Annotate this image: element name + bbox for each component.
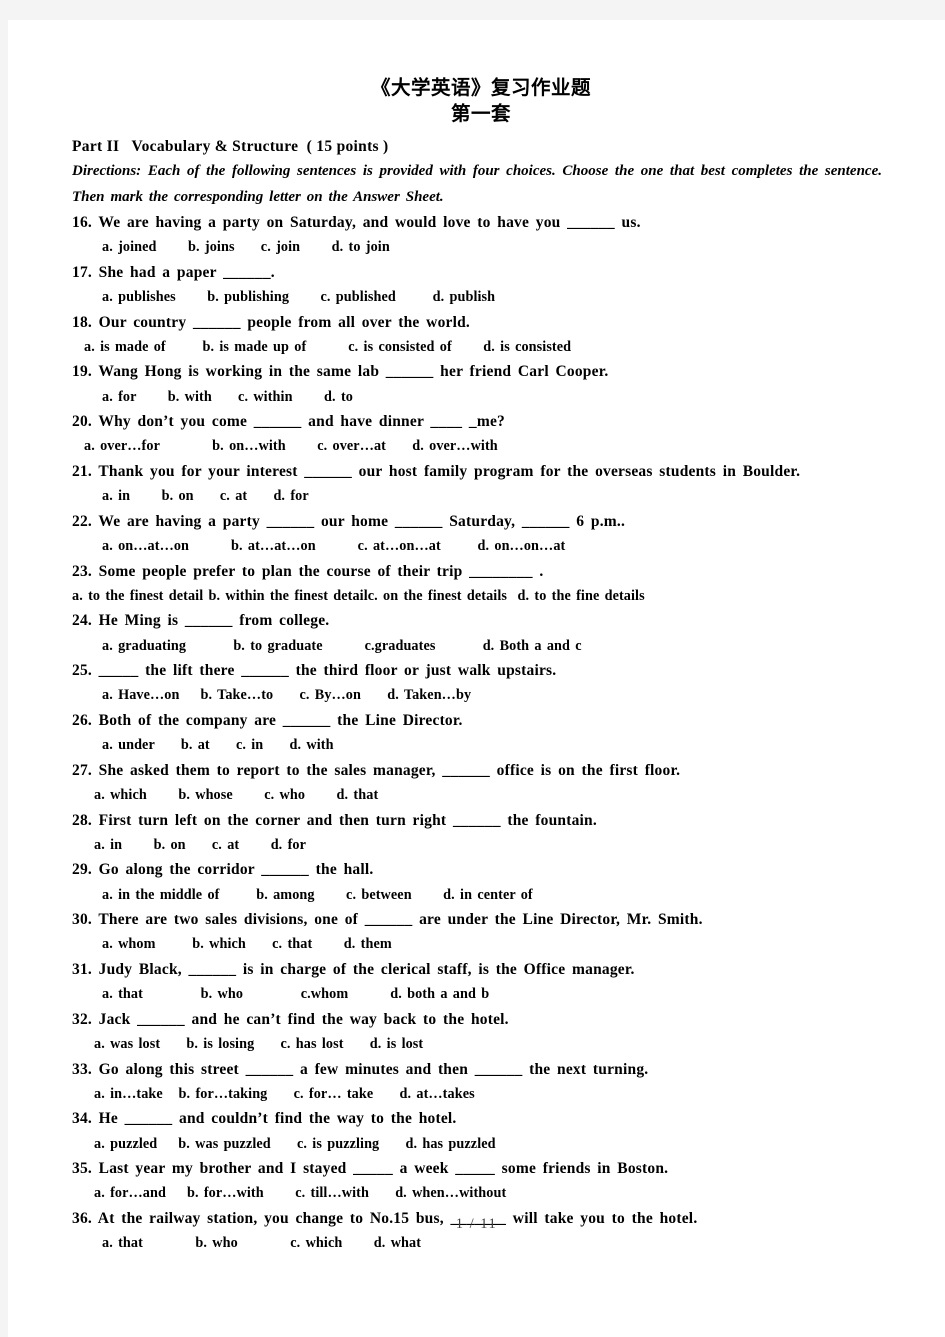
question-stem: 23. Some people prefer to plan the cours…: [72, 562, 544, 580]
question-options[interactable]: a. that b. who c.whom d. both a and b: [72, 982, 882, 1007]
question-options[interactable]: a. that b. who c. which d. what: [72, 1231, 882, 1256]
question-stem: 28. First turn left on the corner and th…: [72, 811, 597, 829]
question-stem: 31. Judy Black, ______ is in charge of t…: [72, 960, 635, 978]
question-item: 19. Wang Hong is working in the same lab…: [72, 359, 882, 409]
question-stem: 17. She had a paper ______.: [72, 263, 275, 281]
question-item: 21. Thank you for your interest ______ o…: [72, 459, 882, 509]
question-stem: 18. Our country ______ people from all o…: [72, 313, 470, 331]
question-item: 18. Our country ______ people from all o…: [72, 310, 882, 360]
question-options[interactable]: a. graduating b. to graduate c.graduates…: [72, 634, 882, 659]
question-options[interactable]: a. was lost b. is losing c. has lost d. …: [72, 1032, 882, 1057]
question-options[interactable]: a. in the middle of b. among c. between …: [72, 883, 882, 908]
question-stem: 26. Both of the company are ______ the L…: [72, 711, 463, 729]
question-item: 17. She had a paper ______. a. publishes …: [72, 260, 882, 310]
question-options[interactable]: a. for…and b. for…with c. till…with d. w…: [72, 1181, 882, 1206]
question-options[interactable]: a. to the finest detail b. within the fi…: [72, 584, 882, 609]
question-item: 32. Jack ______ and he can’t find the wa…: [72, 1007, 882, 1057]
question-stem: 35. Last year my brother and I stayed __…: [72, 1160, 669, 1178]
question-item: 30. There are two sales divisions, one o…: [72, 907, 882, 957]
question-stem: 32. Jack ______ and he can’t find the wa…: [72, 1010, 509, 1028]
question-options[interactable]: a. in b. on c. at d. for: [72, 484, 882, 509]
question-stem: 34. He ______ and couldn’t find the way …: [72, 1110, 457, 1128]
question-item: 28. First turn left on the corner and th…: [72, 808, 882, 858]
question-item: 35. Last year my brother and I stayed __…: [72, 1156, 882, 1206]
document-page: 《大学英语》复习作业题 第一套 Part II Vocabulary & Str…: [8, 20, 945, 1337]
question-stem: 30. There are two sales divisions, one o…: [72, 911, 703, 929]
question-stem: 33. Go along this street ______ a few mi…: [72, 1060, 649, 1078]
question-stem: 19. Wang Hong is working in the same lab…: [72, 363, 609, 381]
question-stem: 21. Thank you for your interest ______ o…: [72, 462, 801, 480]
question-options[interactable]: a. joined b. joins c. join d. to join: [72, 235, 882, 260]
question-options[interactable]: a. Have…on b. Take…to c. By…on d. Taken……: [72, 683, 882, 708]
question-options[interactable]: a. in…take b. for…taking c. for… take d.…: [72, 1082, 882, 1107]
question-item: 22. We are having a party ______ our hom…: [72, 509, 882, 559]
question-stem: 29. Go along the corridor ______ the hal…: [72, 861, 374, 879]
question-stem: 16. We are having a party on Saturday, a…: [72, 214, 641, 231]
questions-list: 16. We are having a party on Saturday, a…: [72, 210, 882, 1256]
question-options[interactable]: a. in b. on c. at d. for: [72, 833, 882, 858]
question-options[interactable]: a. whom b. which c. that d. them: [72, 932, 882, 957]
question-options[interactable]: a. which b. whose c. who d. that: [72, 783, 882, 808]
title-block: 《大学英语》复习作业题 第一套: [72, 75, 882, 128]
question-options[interactable]: a. under b. at c. in d. with: [72, 733, 882, 758]
question-stem: 27. She asked them to report to the sale…: [72, 761, 681, 779]
question-item: 31. Judy Black, ______ is in charge of t…: [72, 957, 882, 1007]
question-stem: 22. We are having a party ______ our hom…: [72, 512, 626, 530]
question-item: 25. _____ the lift there ______ the thir…: [72, 658, 882, 708]
question-item: 16. We are having a party on Saturday, a…: [72, 210, 882, 260]
page-footer: 1 / 11: [455, 1216, 498, 1232]
question-stem: 25. _____ the lift there ______ the thir…: [72, 662, 557, 680]
question-options[interactable]: a. puzzled b. was puzzled c. is puzzling…: [72, 1132, 882, 1157]
question-stem: 20. Why don’t you come ______ and have d…: [72, 413, 505, 431]
question-stem: 24. He Ming is ______ from college.: [72, 612, 330, 630]
page-subtitle: 第一套: [450, 104, 511, 125]
question-options[interactable]: a. on…at…on b. at…at…on c. at…on…at d. o…: [72, 534, 882, 559]
page-content: 《大学英语》复习作业题 第一套 Part II Vocabulary & Str…: [72, 75, 882, 1256]
question-item: 27. She asked them to report to the sale…: [72, 758, 882, 808]
question-item: 26. Both of the company are ______ the L…: [72, 708, 882, 758]
question-options[interactable]: a. for b. with c. within d. to: [72, 385, 882, 410]
part-heading: Part II Vocabulary & Structure ( 15 poin…: [72, 138, 389, 155]
directions-paragraph: Directions: Each of the following senten…: [72, 163, 882, 205]
question-item: 23. Some people prefer to plan the cours…: [72, 559, 882, 609]
page-title: 《大学英语》复习作业题: [370, 78, 591, 99]
question-item: 34. He ______ and couldn’t find the way …: [72, 1106, 882, 1156]
question-item: 20. Why don’t you come ______ and have d…: [72, 409, 882, 459]
question-options[interactable]: a. over…for b. on…with c. over…at d. ove…: [72, 434, 882, 459]
question-item: 24. He Ming is ______ from college. a. gr…: [72, 608, 882, 658]
question-options[interactable]: a. is made of b. is made up of c. is con…: [72, 335, 882, 360]
question-item: 33. Go along this street ______ a few mi…: [72, 1057, 882, 1107]
question-options[interactable]: a. publishes b. publishing c. published …: [72, 285, 882, 310]
question-item: 29. Go along the corridor ______ the hal…: [72, 857, 882, 907]
